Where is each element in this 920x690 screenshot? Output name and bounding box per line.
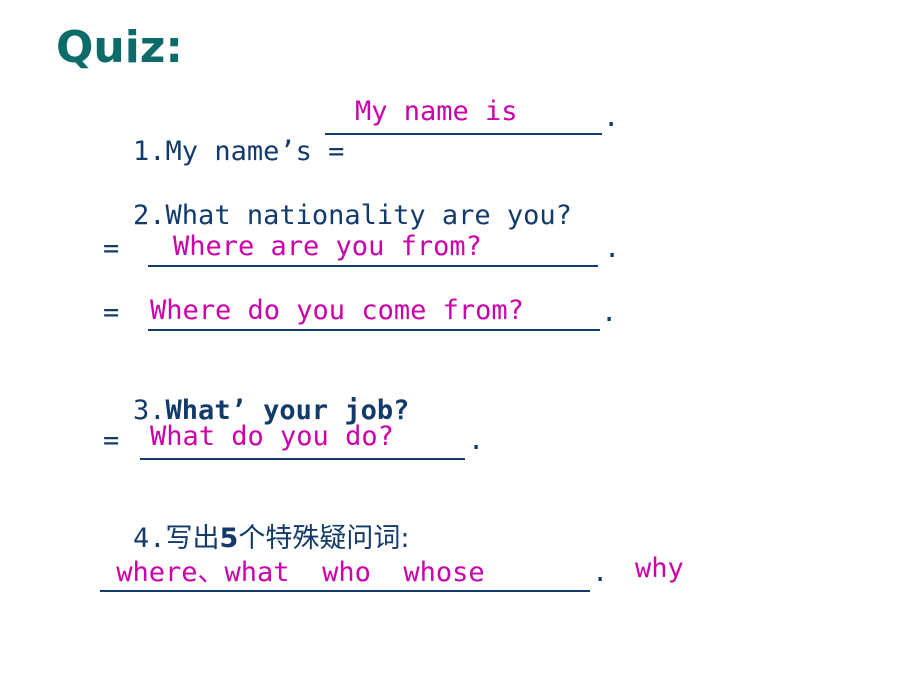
answer-2b-equals: = (103, 297, 120, 328)
question-2-prompt: What nationality are you? (165, 200, 572, 231)
answer-2a-equals: = (103, 233, 120, 264)
question-4-number: 4. (133, 523, 166, 554)
page-title: Quiz: (56, 22, 184, 73)
answer-4-period: . (592, 557, 609, 588)
answer-4-text[interactable]: where、what who whose (100, 556, 484, 590)
question-2-number: 2. (133, 200, 166, 231)
answer-4-underline (100, 590, 590, 592)
answer-2a-underline (148, 265, 598, 267)
question-1-prompt: My name’s = (165, 136, 345, 167)
question-4-prompt-count: 5 (219, 523, 239, 554)
question-4-prompt-post: 个特殊疑问词: (238, 523, 410, 554)
answer-2a-period: . (604, 233, 621, 264)
answer-2b-text[interactable]: Where do you come from? (150, 294, 524, 328)
answer-3-underline (140, 458, 465, 460)
slide-canvas: Quiz: 1.My name’s = My name is . 2.What … (0, 0, 920, 690)
answer-2a-text[interactable]: Where are you from? (173, 230, 482, 264)
question-4-prompt-pre: 写出 (165, 523, 220, 554)
answer-3-period: . (468, 425, 485, 456)
answer-2b-period: . (601, 297, 618, 328)
answer-2b-underline (148, 329, 600, 331)
answer-1-period: . (603, 102, 620, 133)
answer-4-extra-word[interactable]: why (635, 552, 684, 586)
question-1-number: 1. (133, 136, 166, 167)
answer-1-text[interactable]: My name is (355, 95, 518, 129)
answer-1-underline (325, 133, 602, 135)
answer-3-text[interactable]: What do you do? (150, 420, 394, 454)
answer-3-equals: = (103, 425, 120, 456)
